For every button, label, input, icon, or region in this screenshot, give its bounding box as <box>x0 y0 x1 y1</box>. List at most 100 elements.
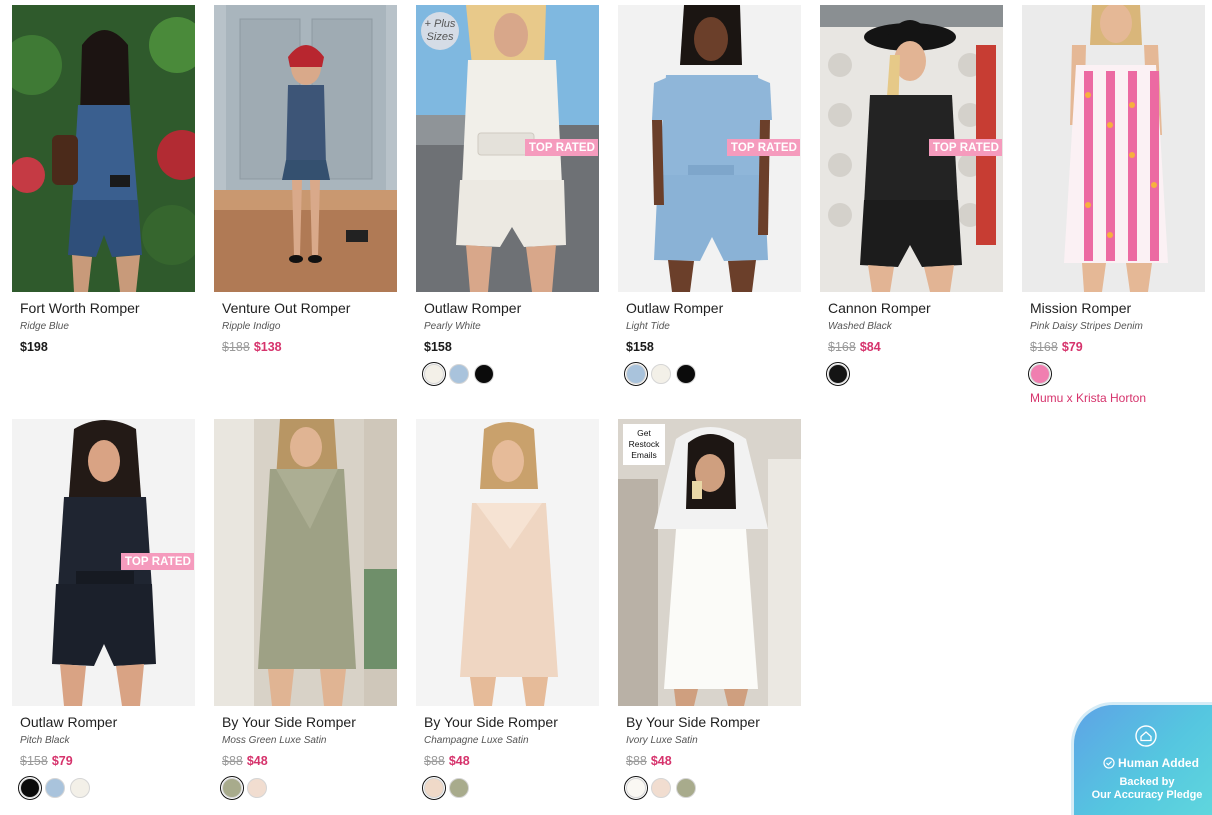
product-color: Pitch Black <box>20 735 70 746</box>
product-image[interactable] <box>1022 5 1205 292</box>
color-swatch[interactable] <box>422 362 446 386</box>
product-image[interactable]: TOP RATED <box>618 5 801 292</box>
product-name[interactable]: Outlaw Romper <box>424 300 599 318</box>
color-swatches <box>422 362 599 386</box>
product-color: Light Tide <box>626 321 670 332</box>
color-swatch[interactable] <box>624 776 648 800</box>
product-card[interactable]: By Your Side Romper Moss Green Luxe Sati… <box>214 419 397 815</box>
product-image[interactable]: TOP RATED <box>12 419 195 706</box>
color-swatch[interactable] <box>449 778 469 798</box>
product-price: $88 $48 <box>424 754 599 770</box>
product-card[interactable]: Get Restock Emails By Your Side Romper I… <box>618 419 801 815</box>
product-card[interactable]: By Your Side Romper Champagne Luxe Satin… <box>416 419 599 815</box>
accuracy-pledge-widget[interactable]: Human Added Backed by Our Accuracy Pledg… <box>1071 702 1212 815</box>
product-color: Moss Green Luxe Satin <box>222 735 327 746</box>
color-swatch[interactable] <box>247 778 267 798</box>
original-price: $188 <box>222 340 250 354</box>
product-image[interactable] <box>214 5 397 292</box>
product-color: Pearly White <box>424 321 481 332</box>
top-rated-badge: TOP RATED <box>524 139 598 156</box>
product-name[interactable]: Venture Out Romper <box>222 300 397 318</box>
product-card[interactable]: Fort Worth Romper Ridge Blue $198 <box>12 5 195 419</box>
product-name[interactable]: Fort Worth Romper <box>20 300 195 318</box>
original-price: $88 <box>626 754 647 768</box>
product-name[interactable]: Outlaw Romper <box>626 300 801 318</box>
product-price: $88 $48 <box>222 754 397 770</box>
color-swatch[interactable] <box>474 364 494 384</box>
product-grid: Fort Worth Romper Ridge Blue $198 Ventur… <box>12 5 1206 815</box>
product-name[interactable]: By Your Side Romper <box>626 714 801 732</box>
product-price: $158 <box>626 340 801 356</box>
product-image[interactable] <box>12 5 195 292</box>
product-color: Pink Daisy Stripes Denim <box>1030 321 1143 332</box>
color-swatch[interactable] <box>624 362 648 386</box>
pledge-title-text: Human Added <box>1118 756 1199 770</box>
product-card[interactable]: Mission Romper Pink Daisy Stripes Denim … <box>1022 5 1205 419</box>
product-card[interactable]: TOP RATED Cannon Romper Washed Black $16… <box>820 5 1003 419</box>
original-price: $88 <box>222 754 243 768</box>
original-price: $158 <box>20 754 48 768</box>
product-color: Ridge Blue <box>20 321 69 332</box>
color-swatch[interactable] <box>1028 362 1052 386</box>
original-price: $168 <box>828 340 856 354</box>
color-swatch[interactable] <box>676 364 696 384</box>
product-price: $158 $79 <box>20 754 195 770</box>
sale-price: $48 <box>448 754 470 768</box>
sale-price: $79 <box>1061 340 1083 354</box>
product-color: Ripple Indigo <box>222 321 281 332</box>
product-price: $188 $138 <box>222 340 397 356</box>
color-swatch[interactable] <box>422 776 446 800</box>
home-check-icon <box>1135 725 1157 747</box>
product-image[interactable]: TOP RATED <box>820 5 1003 292</box>
product-card[interactable]: + Plus Sizes TOP RATED Outlaw Romper Pea… <box>416 5 599 419</box>
product-card[interactable]: TOP RATED Outlaw Romper Pitch Black $158… <box>12 419 195 815</box>
original-price: $88 <box>424 754 445 768</box>
color-swatch[interactable] <box>676 778 696 798</box>
product-name[interactable]: By Your Side Romper <box>424 714 599 732</box>
color-swatch[interactable] <box>826 362 850 386</box>
color-swatch[interactable] <box>45 778 65 798</box>
product-name[interactable]: Cannon Romper <box>828 300 1003 318</box>
product-price: $198 <box>20 340 195 356</box>
product-color: Washed Black <box>828 321 892 332</box>
color-swatches <box>422 776 599 800</box>
original-price: $168 <box>1030 340 1058 354</box>
product-image[interactable]: Get Restock Emails <box>618 419 801 706</box>
color-swatch[interactable] <box>651 364 671 384</box>
pledge-line1: Backed by <box>1119 776 1175 788</box>
product-image[interactable] <box>214 419 397 706</box>
color-swatch[interactable] <box>651 778 671 798</box>
color-swatch[interactable] <box>220 776 244 800</box>
regular-price: $158 <box>626 340 654 354</box>
regular-price: $198 <box>20 340 48 354</box>
product-name[interactable]: Mission Romper <box>1030 300 1205 318</box>
color-swatch[interactable] <box>449 364 469 384</box>
product-price: $158 <box>424 340 599 356</box>
product-image[interactable] <box>416 419 599 706</box>
restock-emails-badge[interactable]: Get Restock Emails <box>623 424 665 465</box>
sale-price: $48 <box>246 754 268 768</box>
regular-price: $158 <box>424 340 452 354</box>
product-image[interactable]: + Plus Sizes TOP RATED <box>416 5 599 292</box>
product-name[interactable]: By Your Side Romper <box>222 714 397 732</box>
check-circle-icon <box>1103 757 1115 769</box>
product-price: $168 $84 <box>828 340 1003 356</box>
product-card[interactable]: Venture Out Romper Ripple Indigo $188 $13… <box>214 5 397 419</box>
collab-link[interactable]: Mumu x Krista Horton <box>1030 391 1205 405</box>
top-rated-badge: TOP RATED <box>726 139 800 156</box>
color-swatches <box>826 362 1003 386</box>
color-swatches <box>1028 362 1205 386</box>
sale-price: $48 <box>650 754 672 768</box>
product-price: $168 $79 <box>1030 340 1205 356</box>
pledge-line2: Our Accuracy Pledge <box>1091 789 1203 801</box>
pledge-title: Human Added <box>1088 756 1212 770</box>
color-swatch[interactable] <box>18 776 42 800</box>
top-rated-badge: TOP RATED <box>928 139 1002 156</box>
plus-sizes-badge: + Plus Sizes <box>421 12 459 50</box>
color-swatches <box>624 776 801 800</box>
sale-price: $79 <box>51 754 73 768</box>
product-card[interactable]: TOP RATED Outlaw Romper Light Tide $158 <box>618 5 801 419</box>
color-swatch[interactable] <box>70 778 90 798</box>
color-swatches <box>18 776 195 800</box>
product-name[interactable]: Outlaw Romper <box>20 714 195 732</box>
